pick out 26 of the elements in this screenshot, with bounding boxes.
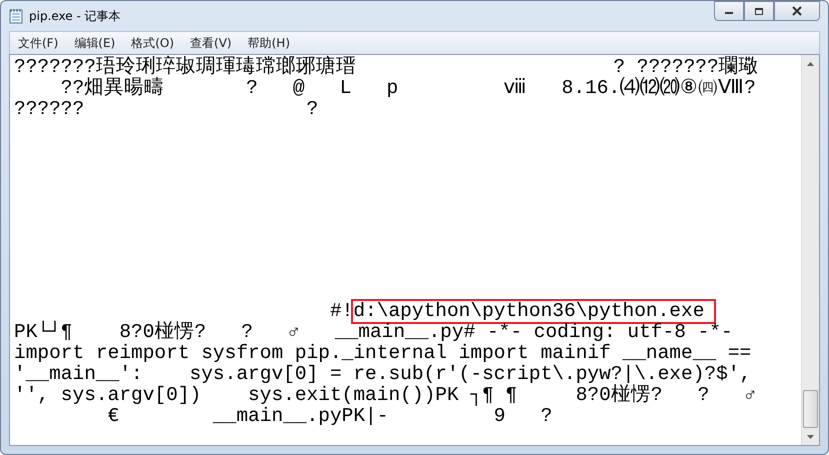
scroll-thumb[interactable] (803, 390, 818, 428)
scrollbar[interactable] (801, 55, 819, 445)
menu-item[interactable]: 编辑(E) (66, 34, 124, 52)
maximize-button[interactable] (744, 1, 774, 21)
menu-item[interactable]: 帮助(H) (240, 34, 298, 52)
scroll-down-icon[interactable] (807, 434, 814, 438)
text-line: € __main__.pyPK|- 9 ? (106, 406, 552, 427)
scroll-up-icon[interactable] (807, 62, 814, 66)
maximize-icon (754, 6, 764, 16)
text-line: '', sys.argv[0]) sys.exit(main())PK ┐¶ ¶ 8?0椪愣? ? ♂ (14, 385, 756, 406)
minimize-button[interactable] (714, 1, 744, 21)
highlighted-text: d:\apython\python36\python.exe (353, 301, 714, 322)
text-line: import reimport sysfrom pip._internal import mainif __name__ == (14, 343, 752, 364)
menu-item[interactable]: 格式(O) (123, 34, 182, 52)
text-line: ?????? ? (14, 99, 318, 120)
notepad-icon (9, 8, 23, 24)
close-button[interactable] (774, 1, 820, 21)
text-line: '__main__': sys.argv[0] = re.sub(r'(-script\.pyw?|\.exe)?$', (14, 364, 752, 385)
close-icon (792, 6, 802, 16)
menu-item[interactable]: 文件(F) (10, 34, 66, 52)
text-line: #! (328, 301, 354, 322)
menu-item[interactable]: 查看(V) (182, 34, 240, 52)
text-line: PK└┘¶ 8?0椪愣? ? ♂ __main__.py# -*- coding: utf-8 -*- (14, 322, 733, 343)
window-title: pip.exe - 记事本 (29, 8, 122, 24)
text-line: ??畑異暘疇 ? @ L p ⅷ 8.16.⑷⑿⒇⑧㈣Ⅷ? (60, 78, 756, 99)
text-line: ???????珸玲琍琗琡琱琿瑇瑺瑯琊瑭瑨 ? ???????瓓璥 (14, 57, 759, 78)
